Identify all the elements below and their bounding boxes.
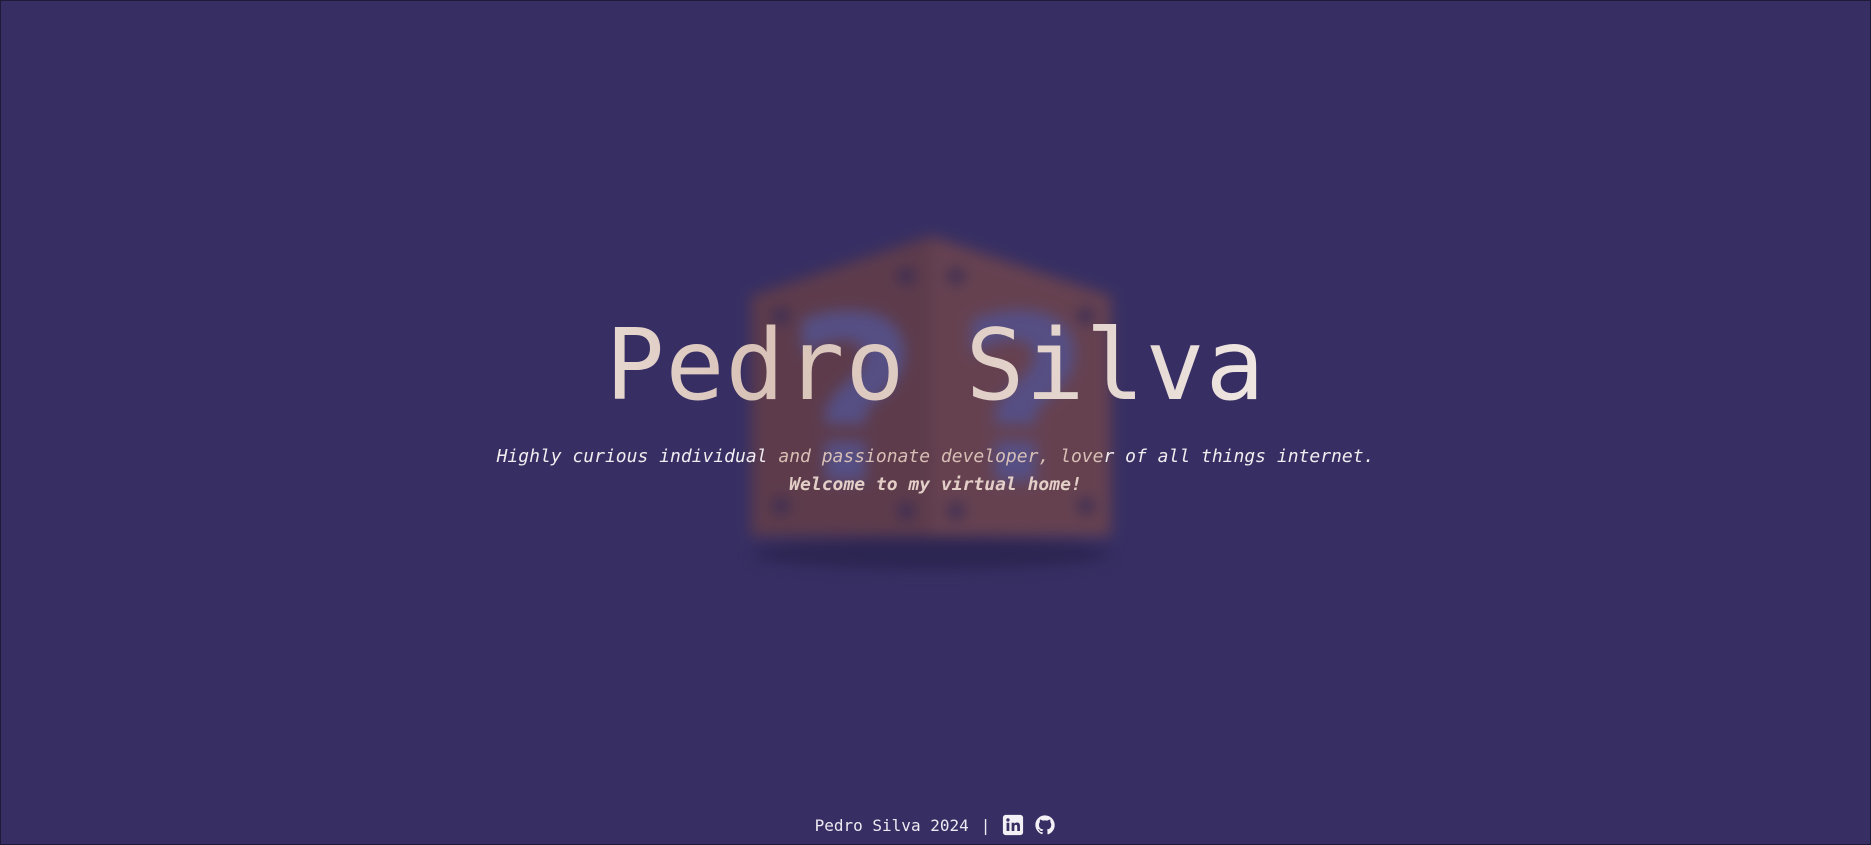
hero-section: Pedro Silva Highly curious individual an… — [1, 301, 1870, 499]
footer: Pedro Silva 2024 | — [1, 814, 1870, 836]
tagline: Highly curious individual and passionate… — [1, 443, 1870, 471]
welcome-message: Welcome to my virtual home! — [789, 474, 1082, 495]
linkedin-link[interactable] — [1002, 814, 1024, 836]
linkedin-icon — [1002, 814, 1024, 836]
tagline-part-1: Highly curious individual — [496, 446, 779, 467]
page-title: Pedro Silva — [1, 301, 1870, 431]
github-link[interactable] — [1034, 814, 1056, 836]
footer-separator: | — [980, 815, 991, 835]
footer-copyright: Pedro Silva 2024 — [814, 815, 969, 835]
tagline-part-2: and passionate developer, love — [778, 446, 1104, 467]
page: ? ? Pedro Silva Highly curious individua… — [0, 0, 1871, 845]
tagline-part-3: r of all things internet. — [1103, 446, 1375, 467]
github-icon — [1034, 814, 1056, 836]
